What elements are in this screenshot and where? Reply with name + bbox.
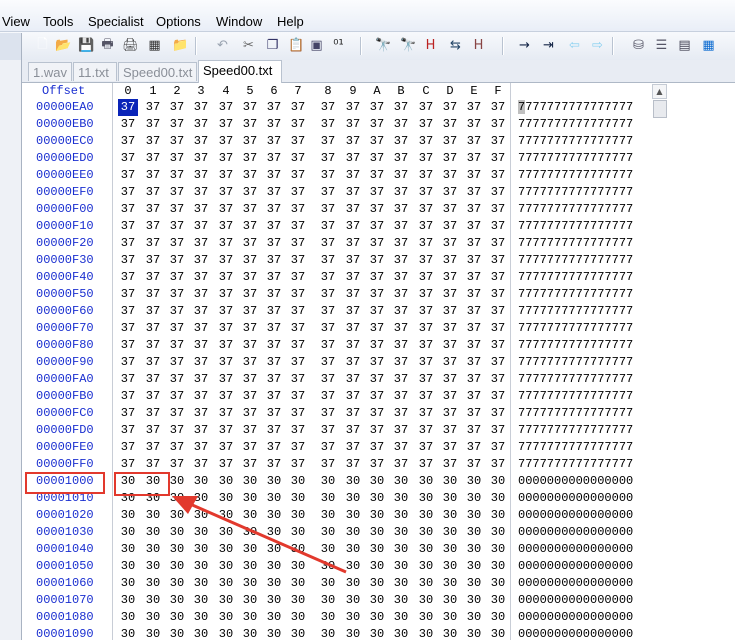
annotation-arrow-icon [172,496,347,574]
